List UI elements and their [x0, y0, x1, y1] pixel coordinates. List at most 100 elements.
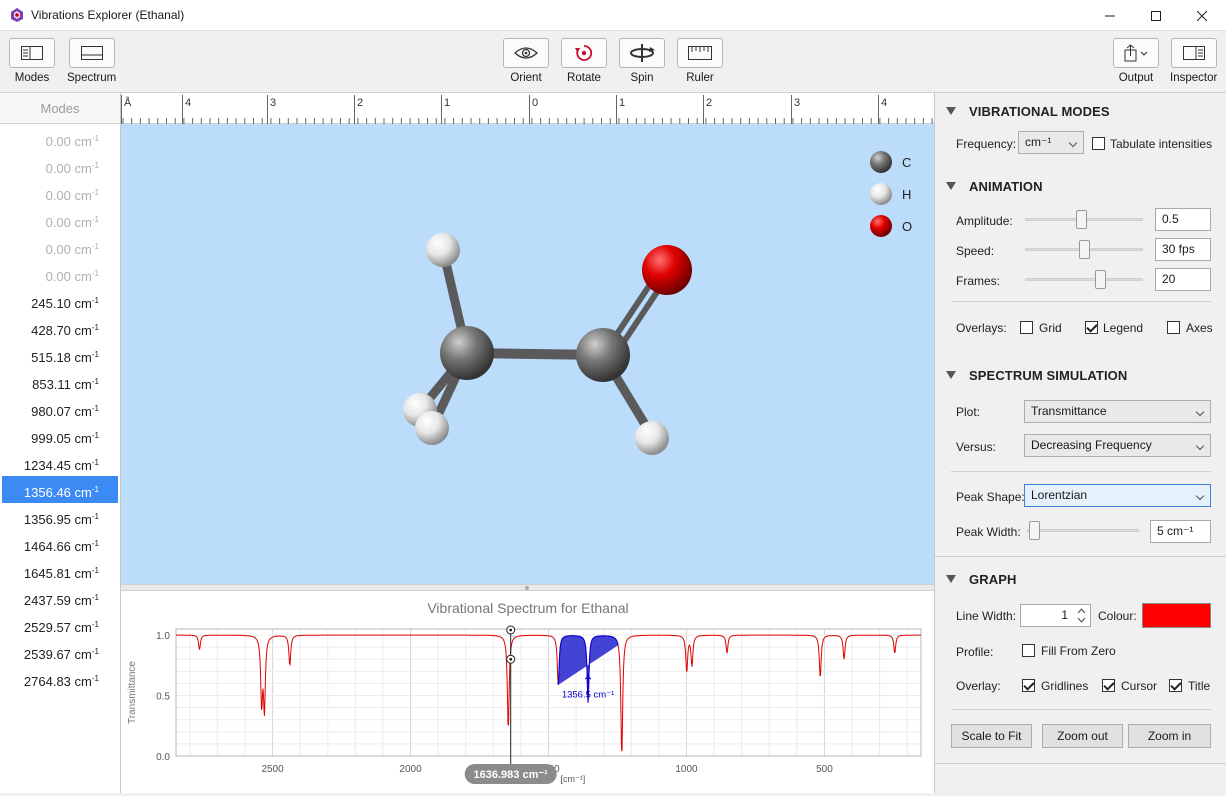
title-label: Title — [1188, 679, 1211, 693]
mode-list-item[interactable]: 1234.45 cm-1 — [0, 449, 120, 476]
share-icon — [1124, 44, 1148, 62]
legend-swatch — [870, 215, 892, 237]
slider-thumb[interactable] — [1078, 240, 1090, 259]
close-button[interactable] — [1179, 0, 1225, 31]
fill-from-zero-checkbox[interactable] — [1022, 644, 1035, 657]
spectrum-panel[interactable]: Vibrational Spectrum for Ethanal 1.0 0.5 0.… — [121, 591, 934, 793]
speed-label: Speed: — [956, 244, 995, 258]
app-icon — [11, 8, 23, 22]
colour-swatch[interactable] — [1142, 603, 1211, 628]
frames-slider[interactable] — [1025, 270, 1143, 290]
title-checkbox[interactable] — [1169, 679, 1182, 692]
oxygen-atom[interactable] — [642, 245, 692, 295]
hydrogen-atom[interactable] — [426, 233, 460, 267]
amplitude-field[interactable]: 0.5 — [1155, 208, 1211, 231]
tabulate-intensities-checkbox[interactable] — [1092, 137, 1105, 150]
modes-button[interactable]: Modes — [9, 38, 55, 84]
slider-thumb[interactable] — [1029, 521, 1041, 540]
gridlines-checkbox[interactable] — [1022, 679, 1035, 692]
mode-frequency: 2529.57 — [23, 620, 71, 635]
mode-list-item[interactable]: 515.18 cm-1 — [0, 341, 120, 368]
carbon-atom[interactable] — [440, 326, 494, 380]
mode-list-item[interactable]: 1356.95 cm-1 — [0, 503, 120, 530]
output-button[interactable]: Output — [1113, 38, 1159, 84]
mode-frequency: 245.10 — [31, 296, 71, 311]
mode-list-item[interactable]: 2539.67 cm-1 — [0, 638, 120, 665]
axes-label: Axes — [1186, 321, 1213, 335]
orient-label: Orient — [510, 72, 542, 84]
slider-thumb[interactable] — [1094, 270, 1106, 289]
speed-value: 30 fps — [1162, 242, 1195, 256]
mode-list-item[interactable]: 2437.59 cm-1 — [0, 584, 120, 611]
mode-list-item[interactable]: 1645.81 cm-1 — [0, 557, 120, 584]
spin-button[interactable]: Spin — [619, 38, 665, 84]
frequency-unit-value: cm⁻¹ — [1025, 135, 1052, 149]
cursor-checkbox[interactable] — [1102, 679, 1115, 692]
mode-list-item[interactable]: 245.10 cm-1 — [0, 287, 120, 314]
zoom-out-button[interactable]: Zoom out — [1042, 724, 1123, 748]
orient-button[interactable]: Orient — [503, 38, 549, 84]
section-vibrational-modes[interactable]: VIBRATIONAL MODES — [935, 100, 1226, 122]
minimize-icon — [1105, 15, 1115, 16]
legend-checkbox[interactable] — [1085, 321, 1098, 334]
peak-shape-select[interactable]: Lorentzian — [1024, 484, 1211, 507]
rotate-button[interactable]: Rotate — [561, 38, 607, 84]
peak-width-slider[interactable] — [1027, 521, 1139, 541]
section-animation[interactable]: ANIMATION — [935, 175, 1226, 197]
peak-width-field[interactable]: 5 cm⁻¹ — [1150, 520, 1211, 543]
axes-checkbox[interactable] — [1167, 321, 1180, 334]
ruler: Å 4 3 2 1 0 1 2 3 4 — [121, 93, 934, 124]
carbon-atom[interactable] — [576, 328, 630, 382]
legend-swatch — [870, 183, 892, 205]
hydrogen-atom[interactable] — [415, 411, 449, 445]
ruler-label: 4 — [881, 97, 887, 109]
ruler-label: 3 — [270, 97, 276, 109]
tabulate-intensities-label: Tabulate intensities — [1110, 137, 1213, 151]
mode-list-item[interactable]: 980.07 cm-1 — [0, 395, 120, 422]
mode-list-item: 0.00 cm-1 — [0, 233, 120, 260]
minimize-button[interactable] — [1087, 0, 1133, 31]
speed-field[interactable]: 30 fps — [1155, 238, 1211, 261]
mode-list-item[interactable]: 853.11 cm-1 — [0, 368, 120, 395]
mode-unit-exponent: -1 — [91, 161, 99, 170]
zoom-in-button[interactable]: Zoom in — [1128, 724, 1211, 748]
mode-list-item[interactable]: 428.70 cm-1 — [0, 314, 120, 341]
grid-checkbox[interactable] — [1020, 321, 1033, 334]
collapse-icon — [946, 107, 956, 115]
zoom-out-label: Zoom out — [1057, 729, 1108, 743]
slider-thumb[interactable] — [1076, 210, 1088, 229]
splitter-handle[interactable] — [121, 584, 934, 591]
scale-to-fit-button[interactable]: Scale to Fit — [951, 724, 1032, 748]
mode-list-item[interactable]: 1464.66 cm-1 — [0, 530, 120, 557]
maximize-button[interactable] — [1133, 0, 1179, 31]
mode-list-item: 0.00 cm-1 — [0, 125, 120, 152]
collapse-icon — [946, 182, 956, 190]
speed-slider[interactable] — [1025, 240, 1143, 260]
legend-symbol: C — [902, 155, 911, 170]
mode-list-item[interactable]: 2764.83 cm-1 — [0, 665, 120, 692]
mode-unit-exponent: -1 — [91, 485, 99, 494]
mode-list-item[interactable]: 2529.57 cm-1 — [0, 611, 120, 638]
line-width-spinbox[interactable]: 1 — [1020, 604, 1091, 627]
mode-list-item: 0.00 cm-1 — [0, 206, 120, 233]
overlays-label: Overlays: — [956, 321, 1007, 335]
panel-bottom-icon — [80, 46, 103, 60]
frequency-unit-select[interactable]: cm⁻¹ — [1018, 131, 1084, 154]
inspector-button[interactable]: Inspector — [1170, 38, 1217, 84]
section-graph[interactable]: GRAPH — [935, 568, 1226, 590]
plot-select[interactable]: Transmittance — [1024, 400, 1211, 423]
molecule-viewport[interactable]: C H O — [121, 124, 934, 584]
ruler-button[interactable]: Ruler — [677, 38, 723, 84]
hydrogen-atom[interactable] — [635, 421, 669, 455]
versus-select[interactable]: Decreasing Frequency — [1024, 434, 1211, 457]
amplitude-slider[interactable] — [1025, 210, 1143, 230]
frames-field[interactable]: 20 — [1155, 268, 1211, 291]
mode-list-item[interactable]: 1356.46 cm-1 — [2, 476, 118, 503]
section-spectrum-simulation[interactable]: SPECTRUM SIMULATION — [935, 364, 1226, 386]
spinner-arrows-icon[interactable] — [1077, 608, 1086, 623]
peak-width-value: 5 cm⁻¹ — [1157, 524, 1194, 538]
section-title: VIBRATIONAL MODES — [969, 103, 1110, 119]
molecule-render: C H O — [403, 151, 912, 455]
mode-list-item[interactable]: 999.05 cm-1 — [0, 422, 120, 449]
spectrum-button[interactable]: Spectrum — [67, 38, 116, 84]
